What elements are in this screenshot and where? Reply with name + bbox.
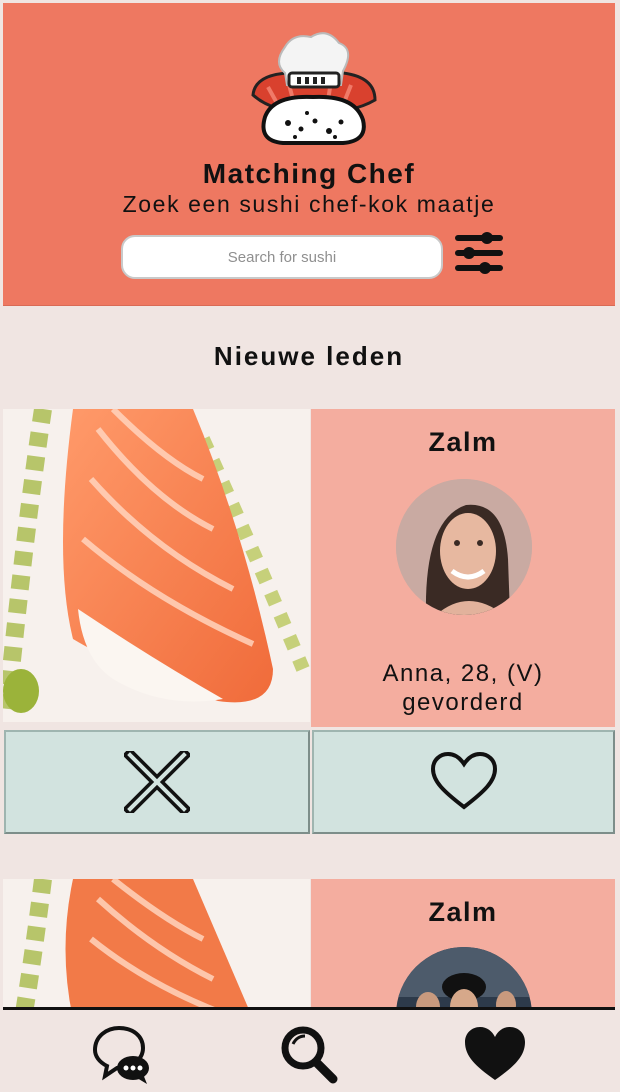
chat-bubbles-icon[interactable] bbox=[89, 1024, 153, 1084]
salmon-nigiri-image bbox=[3, 879, 310, 1019]
bottom-navigation bbox=[3, 1007, 615, 1092]
member-name-age: Anna, 28, (V) bbox=[382, 660, 544, 687]
search-icon[interactable] bbox=[277, 1024, 341, 1084]
heart-filled-icon[interactable] bbox=[463, 1024, 527, 1084]
profile-category: Zalm bbox=[428, 427, 498, 457]
sushi-chef-logo-icon bbox=[251, 32, 377, 145]
sliders-icon[interactable] bbox=[453, 229, 505, 277]
app-screen: Matching Chef Zoek een sushi chef-kok ma… bbox=[3, 3, 615, 1092]
search-input[interactable] bbox=[121, 235, 443, 279]
app-title: Matching Chef bbox=[202, 158, 416, 189]
member-card: Zalm bbox=[3, 879, 615, 1083]
app-subtitle: Zoek een sushi chef-kok maatje bbox=[122, 191, 496, 217]
reject-button[interactable] bbox=[4, 730, 310, 834]
like-button[interactable] bbox=[312, 730, 615, 834]
close-x-icon bbox=[124, 751, 190, 813]
profile-meta: Anna, 28, (V) gevorderd bbox=[311, 659, 615, 717]
section-title: Nieuwe leden bbox=[213, 341, 405, 371]
profile-panel: Zalm Anna, 28, (V) gevorderd bbox=[311, 409, 615, 727]
profile-category: Zalm bbox=[428, 897, 498, 927]
member-photo-avatar[interactable] bbox=[396, 479, 532, 615]
member-card: Zalm Anna, 28, (V) gevorderd bbox=[3, 409, 615, 835]
app-header: Matching Chef Zoek een sushi chef-kok ma… bbox=[3, 3, 615, 306]
profile-panel: Zalm bbox=[311, 879, 615, 1083]
salmon-nigiri-image bbox=[3, 409, 310, 722]
heart-outline-icon bbox=[430, 751, 497, 810]
member-level: gevorderd bbox=[402, 689, 524, 716]
